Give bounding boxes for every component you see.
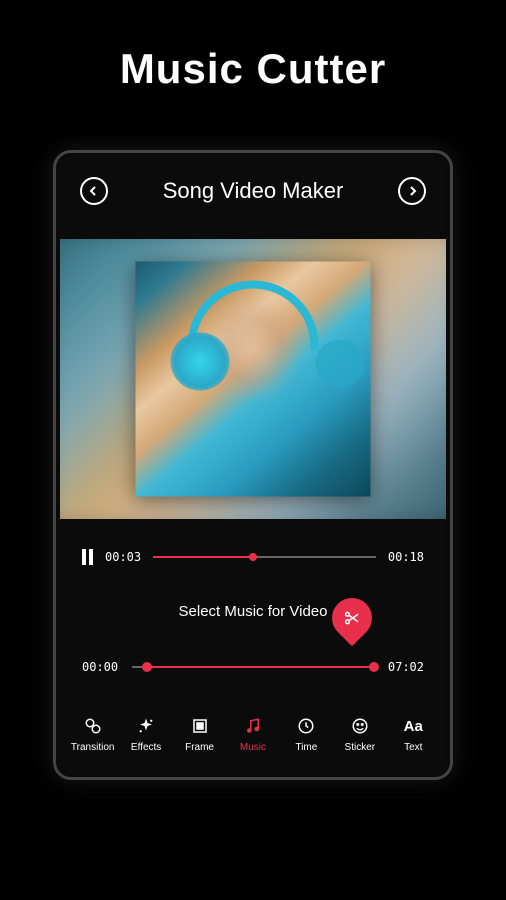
playback-controls: 00:03 00:18 (60, 519, 446, 573)
playback-seekbar[interactable] (153, 556, 376, 558)
tool-music[interactable]: Music (230, 716, 276, 753)
tool-transition[interactable]: Transition (70, 716, 116, 753)
back-button[interactable] (80, 177, 108, 205)
music-trim-fill (147, 666, 374, 668)
music-cut-marker[interactable] (332, 598, 372, 654)
playback-progress-knob[interactable] (249, 553, 257, 561)
phone-frame: Song Video Maker 00:03 00:18 Select Mus (53, 150, 453, 780)
frame-icon (190, 716, 210, 736)
pause-icon (82, 549, 86, 565)
music-icon (243, 716, 263, 736)
app-title: Song Video Maker (163, 178, 344, 204)
tool-sticker[interactable]: Sticker (337, 716, 383, 753)
time-icon (296, 716, 316, 736)
current-time: 00:03 (105, 550, 141, 564)
tool-text[interactable]: Aa Text (390, 716, 436, 753)
tool-label: Sticker (345, 742, 376, 753)
tool-label: Music (240, 742, 266, 753)
transition-icon (83, 716, 103, 736)
tool-effects[interactable]: Effects (123, 716, 169, 753)
bottom-toolbar: Transition Effects Frame Music (60, 682, 446, 773)
page-title: Music Cutter (0, 0, 506, 93)
tool-label: Time (295, 742, 317, 753)
tool-frame[interactable]: Frame (177, 716, 223, 753)
tool-label: Text (404, 742, 422, 753)
forward-button[interactable] (398, 177, 426, 205)
preview-photo (136, 262, 371, 497)
tool-label: Frame (185, 742, 214, 753)
playback-progress-fill (153, 556, 253, 558)
scissors-icon (343, 609, 361, 627)
video-preview[interactable] (60, 239, 446, 519)
music-end-time: 07:02 (388, 660, 424, 674)
tool-label: Effects (131, 742, 161, 753)
app-header: Song Video Maker (60, 157, 446, 221)
music-trim-end-handle[interactable] (369, 662, 379, 672)
text-icon: Aa (403, 716, 423, 736)
music-trim-controls: 00:00 07:02 (60, 630, 446, 682)
music-trim-track[interactable] (132, 666, 374, 668)
scissors-pin-icon (324, 590, 381, 647)
sticker-icon (350, 716, 370, 736)
tool-time[interactable]: Time (283, 716, 329, 753)
pause-button[interactable] (82, 549, 93, 565)
tool-label: Transition (71, 742, 115, 753)
app-screen: Song Video Maker 00:03 00:18 Select Mus (60, 157, 446, 773)
music-trim-start-handle[interactable] (142, 662, 152, 672)
total-time: 00:18 (388, 550, 424, 564)
select-music-label: Select Music for Video (60, 603, 446, 620)
arrow-right-icon (406, 185, 418, 197)
effects-icon (136, 716, 156, 736)
arrow-left-icon (88, 185, 100, 197)
music-start-time: 00:00 (82, 660, 118, 674)
